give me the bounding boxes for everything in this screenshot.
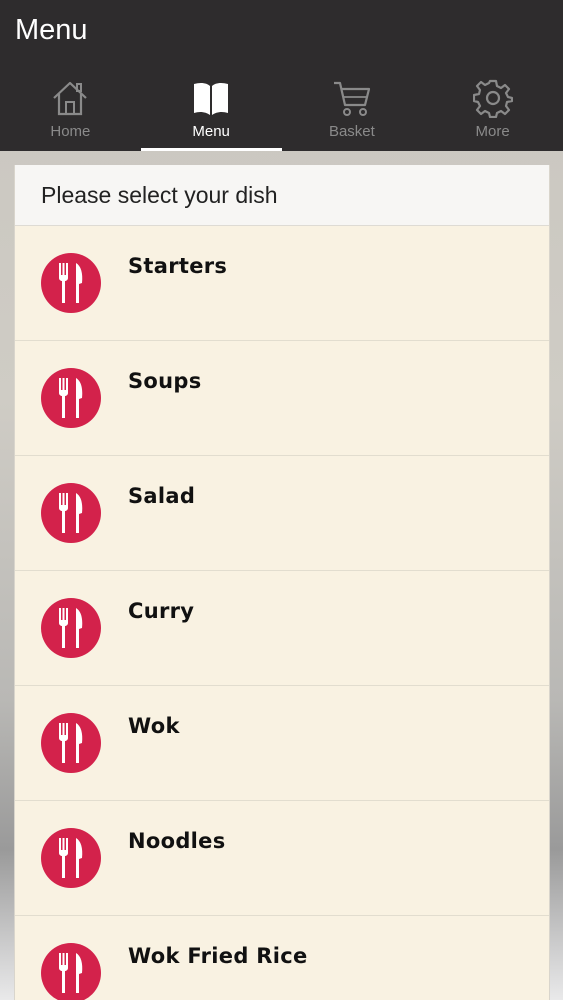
cutlery-icon [41,713,101,773]
dish-category-name: Noodles [128,829,226,853]
dish-category-name: Wok [128,714,180,738]
cutlery-icon [41,598,101,658]
tab-label: Home [50,123,91,140]
tab-indicator [282,148,423,151]
page-title: Menu [15,14,88,46]
dish-category-name: Starters [128,254,228,278]
cutlery-icon [41,483,101,543]
tab-label: More [475,123,510,140]
dish-category-name: Wok Fried Rice [128,944,308,968]
tab-basket[interactable]: Basket [282,70,423,151]
list-title: Please select your dish [41,181,278,208]
gear-icon [472,79,513,118]
dish-category-list: Please select your dish Starters Soups S… [14,165,550,1000]
tab-label: Menu [192,123,230,140]
tab-indicator [140,148,282,151]
cutlery-icon [41,943,101,1000]
dish-category-name: Curry [128,599,195,623]
tab-indicator [0,148,141,151]
dish-category-name: Soups [128,369,202,393]
cutlery-icon [41,368,101,428]
cutlery-icon [41,828,101,888]
tab-label: Basket [328,123,375,140]
dish-category-noodles[interactable]: Noodles [15,801,549,916]
tab-bar: Home Menu Basket More [0,70,563,151]
tab-more[interactable]: More [422,70,563,151]
tab-menu[interactable]: Menu [140,70,282,151]
book-icon [194,82,229,115]
dish-category-wok-fried-rice[interactable]: Wok Fried Rice [15,916,549,1000]
tab-indicator [422,148,563,151]
dish-category-starters[interactable]: Starters [15,226,549,341]
dish-category-salad[interactable]: Salad [15,456,549,571]
cart-icon [333,81,370,116]
app-header: Menu Home Menu Basket More [0,0,563,151]
cutlery-icon [41,253,101,313]
dish-category-soups[interactable]: Soups [15,341,549,456]
list-header: Please select your dish [15,165,549,226]
dish-category-name: Salad [128,484,196,508]
dish-category-curry[interactable]: Curry [15,571,549,686]
home-icon [53,81,88,116]
tab-home[interactable]: Home [0,70,141,151]
dish-category-wok[interactable]: Wok [15,686,549,801]
